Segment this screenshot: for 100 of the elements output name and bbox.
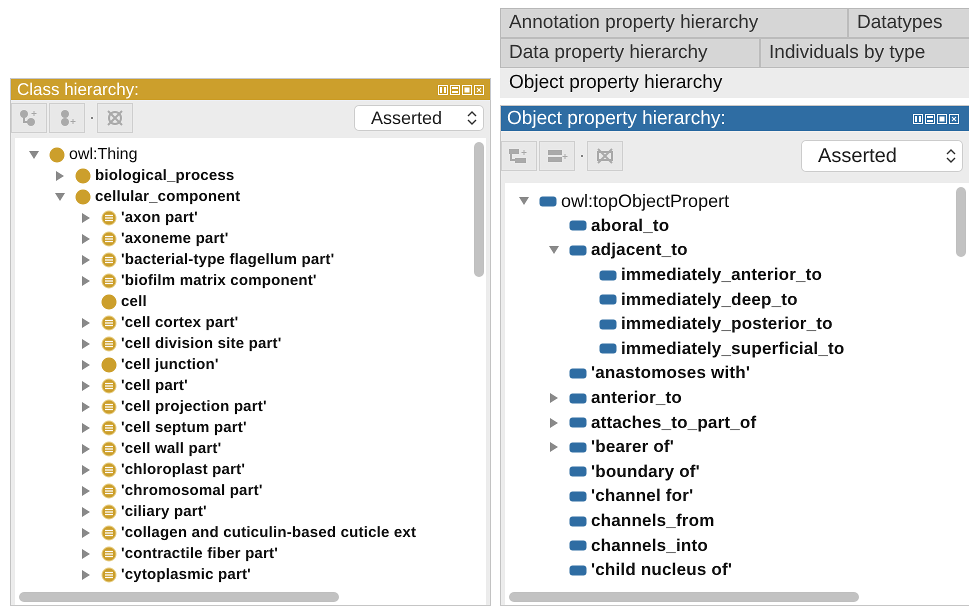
scrollbar-thumb[interactable] bbox=[956, 187, 966, 257]
collapsed-triangle-icon[interactable] bbox=[548, 416, 560, 429]
tree-item[interactable]: 'bearer of' bbox=[591, 437, 674, 458]
defined-class-icon bbox=[101, 420, 117, 436]
tree-item[interactable]: 'ciliary part' bbox=[121, 503, 207, 520]
tree-item[interactable]: 'cell projection part' bbox=[121, 398, 267, 415]
close-icon[interactable] bbox=[474, 84, 484, 94]
delete-button[interactable] bbox=[587, 141, 623, 171]
collapsed-triangle-icon[interactable] bbox=[548, 392, 560, 404]
property-bar-icon bbox=[599, 294, 617, 306]
tree-item[interactable]: 'axon part' bbox=[121, 209, 198, 226]
tree-item[interactable]: 'boundary of' bbox=[591, 462, 700, 482]
expanded-triangle-icon[interactable] bbox=[548, 244, 560, 256]
collapsed-triangle-icon[interactable] bbox=[80, 338, 92, 350]
collapsed-triangle-icon[interactable] bbox=[80, 442, 92, 454]
tree-item[interactable]: 'chloroplast part' bbox=[121, 461, 246, 478]
tree-item[interactable]: immediately_superficial_to bbox=[621, 338, 844, 359]
tree-item[interactable]: 'chromosomal part' bbox=[121, 482, 263, 499]
tree-item[interactable]: 'axoneme part' bbox=[121, 230, 228, 247]
tree-item[interactable]: cellular_component bbox=[95, 188, 240, 205]
split-horizontal-icon[interactable] bbox=[450, 84, 460, 94]
tree-item[interactable]: immediately_posterior_to bbox=[621, 314, 833, 334]
mode-dropdown[interactable]: Asserted bbox=[354, 105, 484, 131]
defined-class-icon bbox=[101, 252, 117, 268]
close-icon[interactable] bbox=[949, 114, 959, 124]
tree-item[interactable]: 'cell septum part' bbox=[121, 419, 247, 436]
tree-item[interactable]: 'cell part' bbox=[121, 377, 188, 394]
add-subclass-button[interactable] bbox=[11, 103, 47, 133]
tree-item[interactable]: immediately_anterior_to bbox=[621, 265, 822, 286]
tab[interactable]: Object property hierarchy bbox=[500, 68, 969, 98]
collapsed-triangle-icon[interactable] bbox=[80, 254, 92, 266]
scrollbar-thumb[interactable] bbox=[474, 142, 484, 277]
expanded-triangle-icon[interactable] bbox=[54, 190, 66, 202]
collapsed-triangle-icon[interactable] bbox=[80, 212, 92, 224]
tab[interactable]: Individuals by type bbox=[760, 38, 969, 68]
scrollbar-thumb[interactable] bbox=[19, 592, 339, 602]
collapsed-triangle-icon[interactable] bbox=[80, 484, 92, 496]
expanded-triangle-icon[interactable] bbox=[518, 195, 530, 208]
tab[interactable]: Annotation property hierarchy bbox=[500, 8, 848, 38]
property-bar-icon bbox=[569, 244, 587, 256]
tree-item[interactable]: 'biofilm matrix component' bbox=[121, 272, 317, 289]
tree-item[interactable]: 'cell junction' bbox=[121, 356, 219, 373]
collapsed-triangle-icon[interactable] bbox=[80, 232, 92, 244]
split-vertical-icon[interactable] bbox=[913, 114, 923, 124]
tree-item[interactable]: channels_from bbox=[591, 511, 715, 532]
add-subclass-button[interactable] bbox=[501, 141, 537, 171]
class-circle-icon bbox=[75, 168, 91, 184]
mode-dropdown[interactable]: Asserted bbox=[801, 140, 963, 172]
tree-item[interactable]: 'cytoplasmic part' bbox=[121, 566, 251, 583]
collapsed-triangle-icon[interactable] bbox=[80, 380, 92, 392]
tab[interactable]: Data property hierarchy bbox=[500, 38, 760, 68]
tree-item[interactable]: 'cell division site part' bbox=[121, 335, 282, 352]
property-bar-icon bbox=[569, 417, 587, 428]
property-bar-icon bbox=[539, 196, 557, 207]
tree-item[interactable]: attaches_to_part_of bbox=[591, 412, 756, 433]
collapsed-triangle-icon[interactable] bbox=[80, 506, 92, 518]
add-sibling-button[interactable] bbox=[539, 141, 575, 171]
delete-button[interactable] bbox=[97, 103, 133, 133]
collapsed-triangle-icon[interactable] bbox=[548, 441, 560, 454]
collapsed-triangle-icon[interactable] bbox=[80, 274, 92, 286]
bar-plus-icon bbox=[546, 147, 568, 165]
collapsed-triangle-icon[interactable] bbox=[80, 316, 92, 328]
maximize-icon[interactable] bbox=[937, 114, 947, 124]
add-sibling-button[interactable] bbox=[49, 103, 85, 133]
expanded-triangle-icon[interactable] bbox=[28, 148, 40, 160]
tree-item[interactable]: immediately_deep_to bbox=[621, 290, 798, 310]
collapsed-triangle-icon[interactable] bbox=[80, 464, 92, 476]
split-vertical-icon[interactable] bbox=[438, 84, 448, 94]
tree-item[interactable]: channels_into bbox=[591, 536, 708, 556]
collapsed-triangle-icon[interactable] bbox=[80, 526, 92, 538]
tree-item[interactable]: owl:topObjectPropert bbox=[561, 190, 730, 212]
maximize-icon[interactable] bbox=[462, 84, 472, 94]
tree-item[interactable]: anterior_to bbox=[591, 388, 682, 408]
defined-class-icon bbox=[101, 230, 117, 246]
collapsed-triangle-icon[interactable] bbox=[54, 170, 66, 182]
defined-class-icon bbox=[101, 566, 117, 582]
tree-item[interactable]: 'cell cortex part' bbox=[121, 314, 238, 331]
tree-item[interactable]: adjacent_to bbox=[591, 240, 688, 260]
tree-item[interactable]: owl:Thing bbox=[69, 146, 138, 164]
tree-item[interactable]: 'child nucleus of' bbox=[591, 560, 732, 580]
tree-item[interactable]: aboral_to bbox=[591, 216, 670, 236]
collapsed-triangle-icon[interactable] bbox=[80, 400, 92, 412]
tree-item[interactable]: cell bbox=[121, 293, 147, 310]
collapsed-triangle-icon[interactable] bbox=[80, 568, 92, 580]
tree-item[interactable]: 'collagen and cuticulin-based cuticle ext bbox=[121, 524, 416, 541]
collapsed-triangle-icon[interactable] bbox=[80, 422, 92, 434]
tree-item[interactable]: 'bacterial-type flagellum part' bbox=[121, 251, 334, 268]
collapsed-triangle-icon[interactable] bbox=[80, 358, 92, 370]
up-down-chevron-icon bbox=[467, 110, 477, 126]
split-horizontal-icon[interactable] bbox=[925, 114, 935, 124]
tree-item[interactable]: 'channel for' bbox=[591, 486, 694, 506]
collapsed-triangle-icon[interactable] bbox=[80, 548, 92, 560]
defined-class-icon bbox=[101, 440, 117, 456]
scrollbar-thumb[interactable] bbox=[509, 592, 859, 602]
tab[interactable]: Datatypes bbox=[848, 8, 969, 38]
tree-item[interactable]: 'cell wall part' bbox=[121, 440, 222, 457]
tree-item[interactable]: biological_process bbox=[95, 167, 234, 184]
tree-item[interactable]: 'contractile fiber part' bbox=[121, 545, 278, 562]
property-bar-icon bbox=[569, 540, 587, 552]
tree-item[interactable]: 'anastomoses with' bbox=[591, 363, 750, 384]
